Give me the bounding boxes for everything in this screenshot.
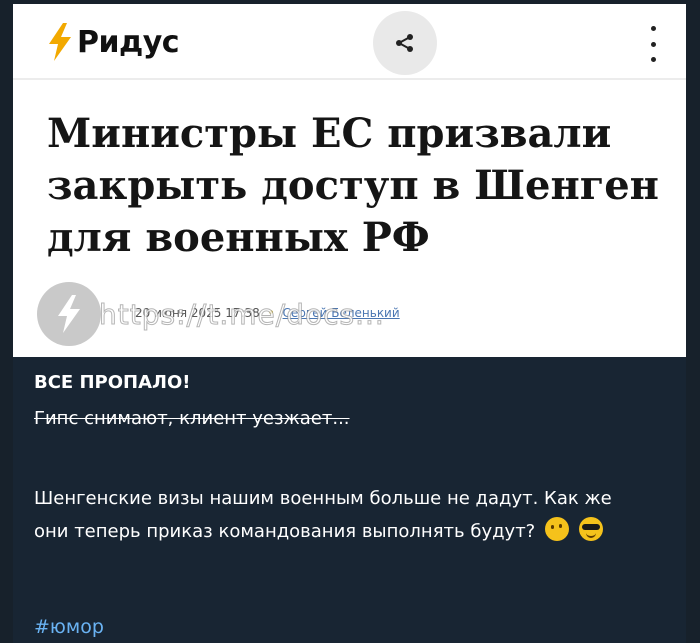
article-headline[interactable]: Министры ЕС призвали закрыть доступ в Ше… xyxy=(47,108,667,264)
lightning-icon xyxy=(49,23,71,61)
header-divider xyxy=(13,78,686,80)
strikethrough-line: Гипс снимают, клиент уезжает... xyxy=(34,408,350,429)
hashtag-link[interactable]: #юмор xyxy=(34,616,104,638)
share-icon xyxy=(396,34,413,52)
article-meta: 20 июня 2025 17:38 • Сергей Беленький ht… xyxy=(37,282,677,346)
paragraph-text: Шенгенские визы нашим военным больше не … xyxy=(34,488,612,542)
more-options-icon[interactable] xyxy=(641,26,665,62)
message-paragraph: Шенгенские визы нашим военным больше не … xyxy=(34,482,634,548)
lightning-icon xyxy=(58,295,80,333)
author-avatar xyxy=(37,282,101,346)
thinking-face-icon xyxy=(544,517,569,541)
logo-text: Ридус xyxy=(77,24,180,60)
article-preview-card[interactable]: Ридус Министры ЕС призвали закрыть досту… xyxy=(13,4,686,357)
channel-post: Ридус Министры ЕС призвали закрыть досту… xyxy=(13,4,686,643)
watermark: https://t.me/docs... xyxy=(99,298,385,332)
share-button[interactable] xyxy=(373,11,437,75)
ridus-logo[interactable]: Ридус xyxy=(45,20,180,64)
message-headline: ВСЕ ПРОПАЛО! xyxy=(34,372,191,393)
sunglasses-face-icon xyxy=(578,517,603,541)
